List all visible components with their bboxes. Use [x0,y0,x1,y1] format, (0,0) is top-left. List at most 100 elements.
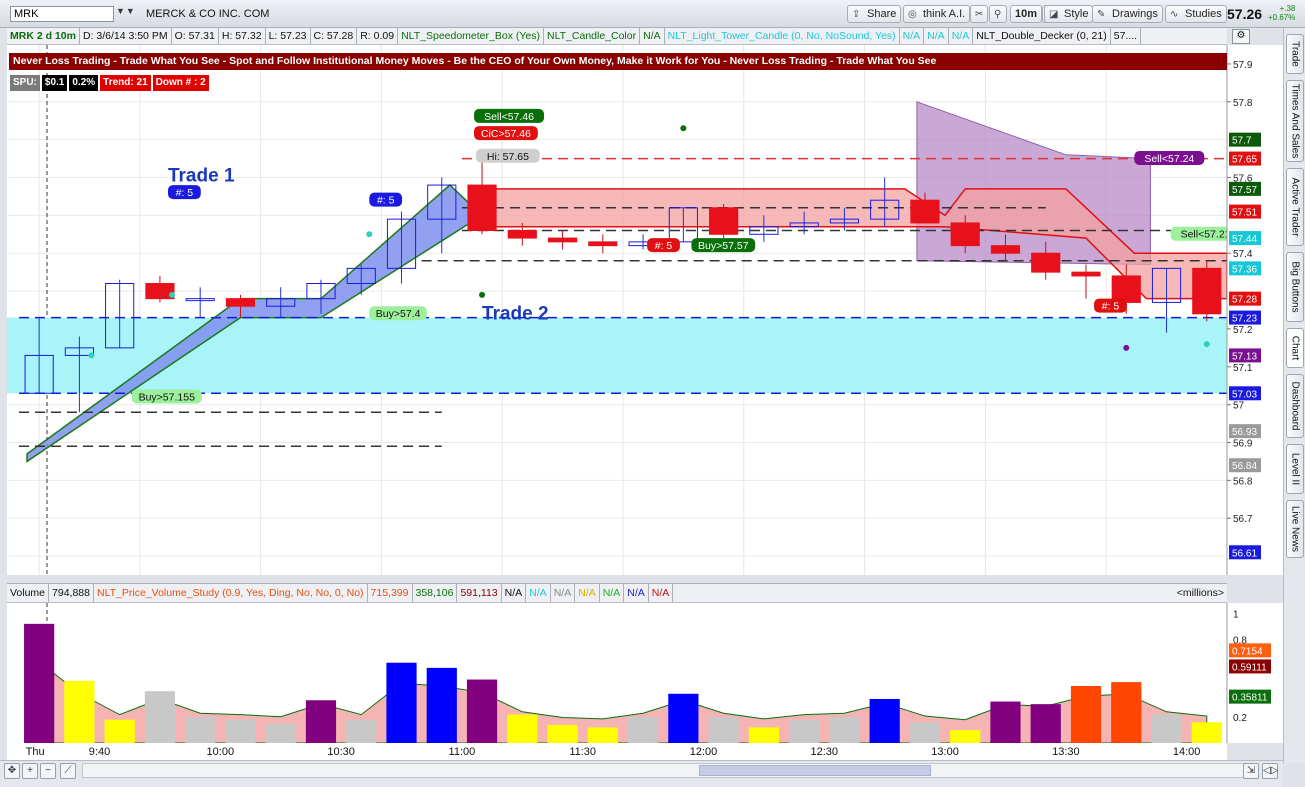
count-badge[interactable]: #: 5 [167,185,201,200]
count-badge[interactable]: #: 5 [1094,298,1127,313]
buy-signal-label[interactable]: Buy>57.57 [691,238,756,253]
zoom-out-icon[interactable]: − [40,763,56,779]
volume-header-cell[interactable]: 358,106 [413,584,458,602]
volume-bar[interactable] [1151,714,1182,743]
chart-settings-icon[interactable]: ⚙ [1232,29,1250,44]
studies-button[interactable]: ∿ Studies [1165,5,1227,23]
tools-button[interactable]: ✂ [970,5,988,23]
cic-signal-label[interactable]: CiC>57.46 [474,126,538,141]
volume-bar[interactable] [708,717,739,743]
study-info-cell[interactable]: NLT_Speedometer_Box (Yes) [398,28,544,44]
think-ai-button[interactable]: ◎ think A.I. [903,5,971,23]
study-info-cell[interactable]: NLT_Light_Tower_Candle (0, No, NoSound, … [665,28,900,44]
link-button[interactable]: ⚲ [989,5,1007,23]
study-info-cell[interactable]: N/A [924,28,949,44]
pan-icon[interactable]: ✥ [4,763,20,779]
candle-body[interactable] [910,199,940,224]
volume-chart[interactable]: 10.80.20.71540.591110.35811 [7,603,1283,743]
study-info-cell[interactable]: N/A [640,28,665,44]
sidebar-tab-chart[interactable]: Chart [1286,328,1304,368]
volume-bar[interactable] [346,719,377,743]
volume-bar[interactable] [950,730,981,743]
volume-bar[interactable] [305,700,337,743]
volume-bar[interactable] [1111,682,1142,743]
interval-button[interactable]: 10m [1010,5,1043,23]
study-info-cell[interactable]: O: 57.31 [172,28,219,44]
sidebar-tab-live-news[interactable]: Live News [1286,500,1304,558]
buy-signal-label[interactable]: Buy>57.4 [369,306,427,321]
drawings-button[interactable]: ✎ Drawings [1092,5,1163,23]
buy-signal-label[interactable]: Buy>57.155 [131,389,202,404]
volume-header-cell[interactable]: N/A [551,584,576,602]
volume-bar[interactable] [507,714,538,743]
share-button[interactable]: ⇪ Share [847,5,902,23]
sidebar-tab-active-trader[interactable]: Active Trader [1286,168,1304,246]
candle-body[interactable] [588,241,618,247]
volume-bar[interactable] [426,667,457,743]
volume-header-cell[interactable]: NLT_Price_Volume_Study (0.9, Yes, Ding, … [94,584,368,602]
volume-bar[interactable] [386,662,417,743]
volume-bar[interactable] [466,679,498,743]
volume-bar[interactable] [587,727,618,743]
symbol-input[interactable] [10,6,114,22]
candle-body[interactable] [990,245,1021,254]
study-info-cell[interactable]: MRK 2 d 10m [7,28,80,44]
sidebar-tab-dashboard[interactable]: Dashboard [1286,374,1304,438]
zoom-in-icon[interactable]: + [22,763,38,779]
volume-bar[interactable] [909,722,941,743]
volume-header-cell[interactable]: Volume [7,584,50,602]
volume-bar[interactable] [829,717,860,743]
high-label[interactable]: Hi: 57.65 [476,148,540,163]
horizontal-scrollbar[interactable] [82,763,1258,778]
price-chart[interactable]: Sell<57.46 CiC>57.46 Hi: 57.65 Sell<57.24 Se… [7,45,1283,583]
volume-bar[interactable] [1191,722,1222,743]
volume-bar[interactable] [265,723,296,743]
volume-bar[interactable] [144,691,176,743]
study-info-cell[interactable]: D: 3/6/14 3:50 PM [80,28,172,44]
volume-bar[interactable] [104,719,135,743]
volume-bar[interactable] [547,724,578,743]
volume-bar[interactable] [185,717,216,743]
volume-header-cell[interactable]: N/A [600,584,625,602]
scrollbar-thumb[interactable] [699,765,931,776]
sell-signal-label[interactable]: Sell<57.24 [1134,151,1205,165]
candle-body[interactable] [1071,271,1101,277]
study-info-cell[interactable]: 57.... [1111,28,1142,44]
sidebar-tab-big-buttons[interactable]: Big Buttons [1286,252,1304,322]
draw-icon[interactable]: ⟋ [60,763,76,779]
sidebar-tab-trade[interactable]: Trade [1286,34,1304,74]
candle-body[interactable] [709,207,739,235]
volume-bar[interactable] [627,717,659,743]
study-info-cell[interactable]: L: 57.23 [266,28,311,44]
volume-header-cell[interactable]: 591,113 [457,584,502,602]
volume-bar[interactable] [64,680,95,743]
volume-header-cell[interactable]: N/A [575,584,600,602]
sell-signal-label[interactable]: Sell<57.46 [474,108,545,123]
sidebar-tab-level-ii[interactable]: Level II [1286,444,1304,494]
volume-bar[interactable] [1070,686,1102,743]
study-info-cell[interactable]: NLT_Double_Decker (0, 21) [973,28,1111,44]
sidebar-tab-times-and-sales[interactable]: Times And Sales [1286,80,1304,162]
candle-body[interactable] [467,184,497,231]
candle-body[interactable] [1192,267,1222,315]
candle-body[interactable] [225,298,256,307]
study-info-cell[interactable]: H: 57.32 [219,28,266,44]
volume-bar[interactable] [990,701,1021,743]
count-badge[interactable]: #: 5 [647,238,680,253]
candle-body[interactable] [950,222,980,247]
study-info-cell[interactable]: NLT_Candle_Color [544,28,641,44]
volume-header-cell[interactable]: N/A [502,584,527,602]
count-badge[interactable]: #: 5 [369,192,403,207]
study-info-cell[interactable]: N/A [900,28,925,44]
candle-body[interactable] [507,230,537,239]
study-info-cell[interactable]: C: 57.28 [311,28,358,44]
candle-body[interactable] [547,237,578,243]
volume-bar[interactable] [748,727,779,743]
candle-body[interactable] [1111,275,1141,303]
volume-bar[interactable] [1030,704,1061,743]
volume-header-cell[interactable]: N/A [526,584,551,602]
style-button[interactable]: ◪ Style [1044,5,1094,23]
volume-bar[interactable] [24,623,55,743]
volume-bar[interactable] [668,693,699,743]
volume-header-cell[interactable]: 715,399 [368,584,413,602]
